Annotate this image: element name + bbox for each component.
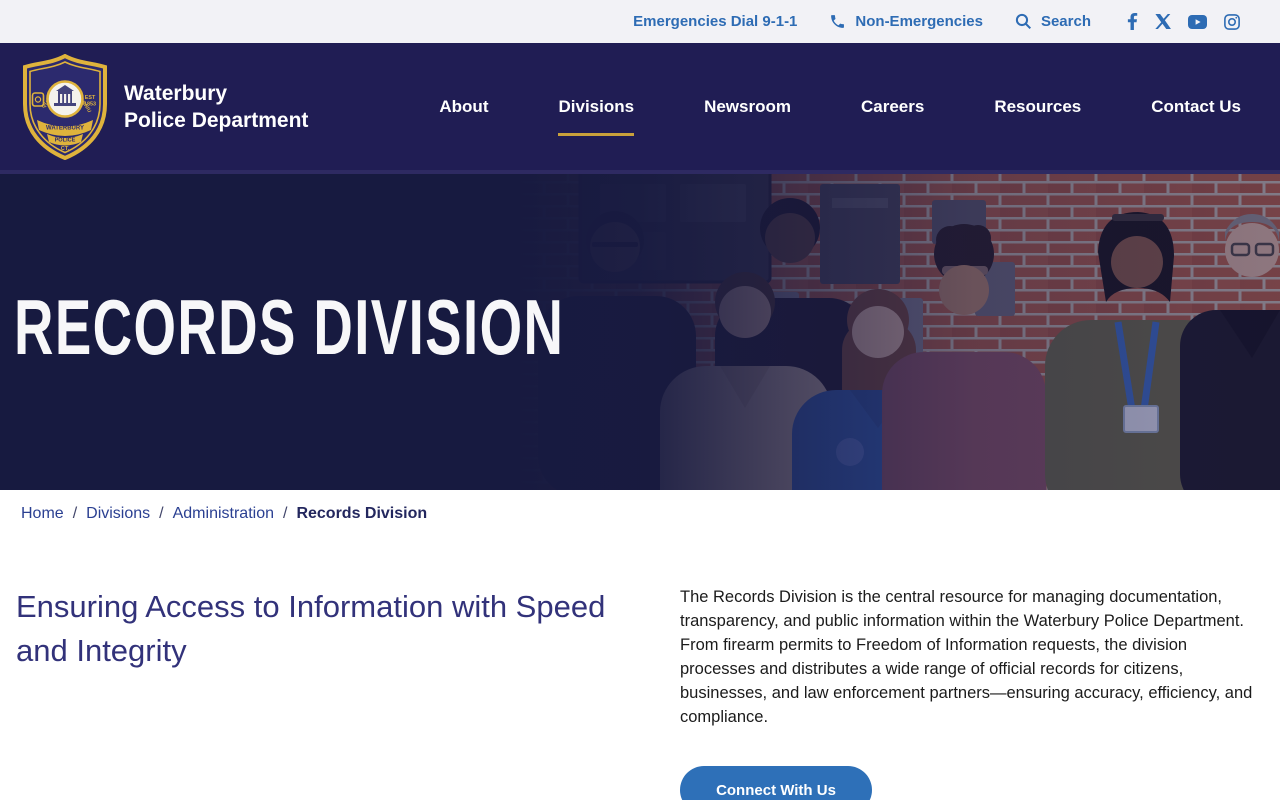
connect-with-us-button[interactable]: Connect With Us xyxy=(680,766,872,800)
breadcrumb-current: Records Division xyxy=(296,505,427,523)
search-button[interactable]: Search xyxy=(1015,13,1091,30)
phone-icon xyxy=(829,13,846,30)
nav-divisions[interactable]: Divisions xyxy=(558,97,634,117)
breadcrumb-separator: / xyxy=(73,505,77,523)
youtube-icon[interactable] xyxy=(1188,15,1207,29)
police-badge-logo[interactable]: QUID AERE PERENNIUS EST 1853 WATERBURY P… xyxy=(20,54,110,160)
site-title-line2: Police Department xyxy=(124,107,308,134)
nav-contact-us[interactable]: Contact Us xyxy=(1151,97,1241,117)
non-emergencies-link[interactable]: Non-Emergencies xyxy=(829,13,983,30)
hero-top-strip xyxy=(0,170,1280,174)
x-twitter-icon[interactable] xyxy=(1155,14,1171,29)
facebook-icon[interactable] xyxy=(1127,13,1138,30)
main-nav: About Divisions Newsroom Careers Resourc… xyxy=(439,97,1241,117)
utility-bar: Emergencies Dial 9-1-1 Non-Emergencies S… xyxy=(0,0,1280,43)
site-header: QUID AERE PERENNIUS EST 1853 WATERBURY P… xyxy=(0,43,1280,170)
site-title-line1: Waterbury xyxy=(124,80,308,107)
nav-careers[interactable]: Careers xyxy=(861,97,924,117)
section-heading: Ensuring Access to Information with Spee… xyxy=(16,585,616,673)
emergency-dial-text: Emergencies Dial 9-1-1 xyxy=(633,13,797,30)
badge-banner-police: POLICE xyxy=(55,137,76,143)
non-emergencies-label: Non-Emergencies xyxy=(855,13,983,30)
section-paragraph: The Records Division is the central reso… xyxy=(680,585,1262,729)
hero-banner: RECORDS DIVISION xyxy=(0,170,1280,490)
intro-section: Ensuring Access to Information with Spee… xyxy=(0,585,1280,800)
social-links xyxy=(1127,13,1240,30)
page-title: RECORDS DIVISION xyxy=(14,282,564,373)
instagram-icon[interactable] xyxy=(1224,14,1240,30)
breadcrumb: Home / Divisions / Administration / Reco… xyxy=(0,490,1280,523)
breadcrumb-separator: / xyxy=(159,505,163,523)
search-icon xyxy=(1015,13,1032,30)
breadcrumb-home[interactable]: Home xyxy=(21,505,64,523)
nav-about[interactable]: About xyxy=(439,97,488,117)
breadcrumb-administration[interactable]: Administration xyxy=(173,505,274,523)
badge-banner-city: WATERBURY xyxy=(46,125,84,131)
svg-text:1853: 1853 xyxy=(84,101,96,107)
search-label: Search xyxy=(1041,13,1091,30)
badge-banner-ct: CT. xyxy=(61,146,70,152)
breadcrumb-separator: / xyxy=(283,505,287,523)
nav-newsroom[interactable]: Newsroom xyxy=(704,97,791,117)
emergency-dial-label: Emergencies Dial 9-1-1 xyxy=(633,13,797,30)
breadcrumb-divisions[interactable]: Divisions xyxy=(86,505,150,523)
nav-resources[interactable]: Resources xyxy=(994,97,1081,117)
badge-est: EST xyxy=(85,95,96,101)
site-title[interactable]: Waterbury Police Department xyxy=(124,80,308,134)
